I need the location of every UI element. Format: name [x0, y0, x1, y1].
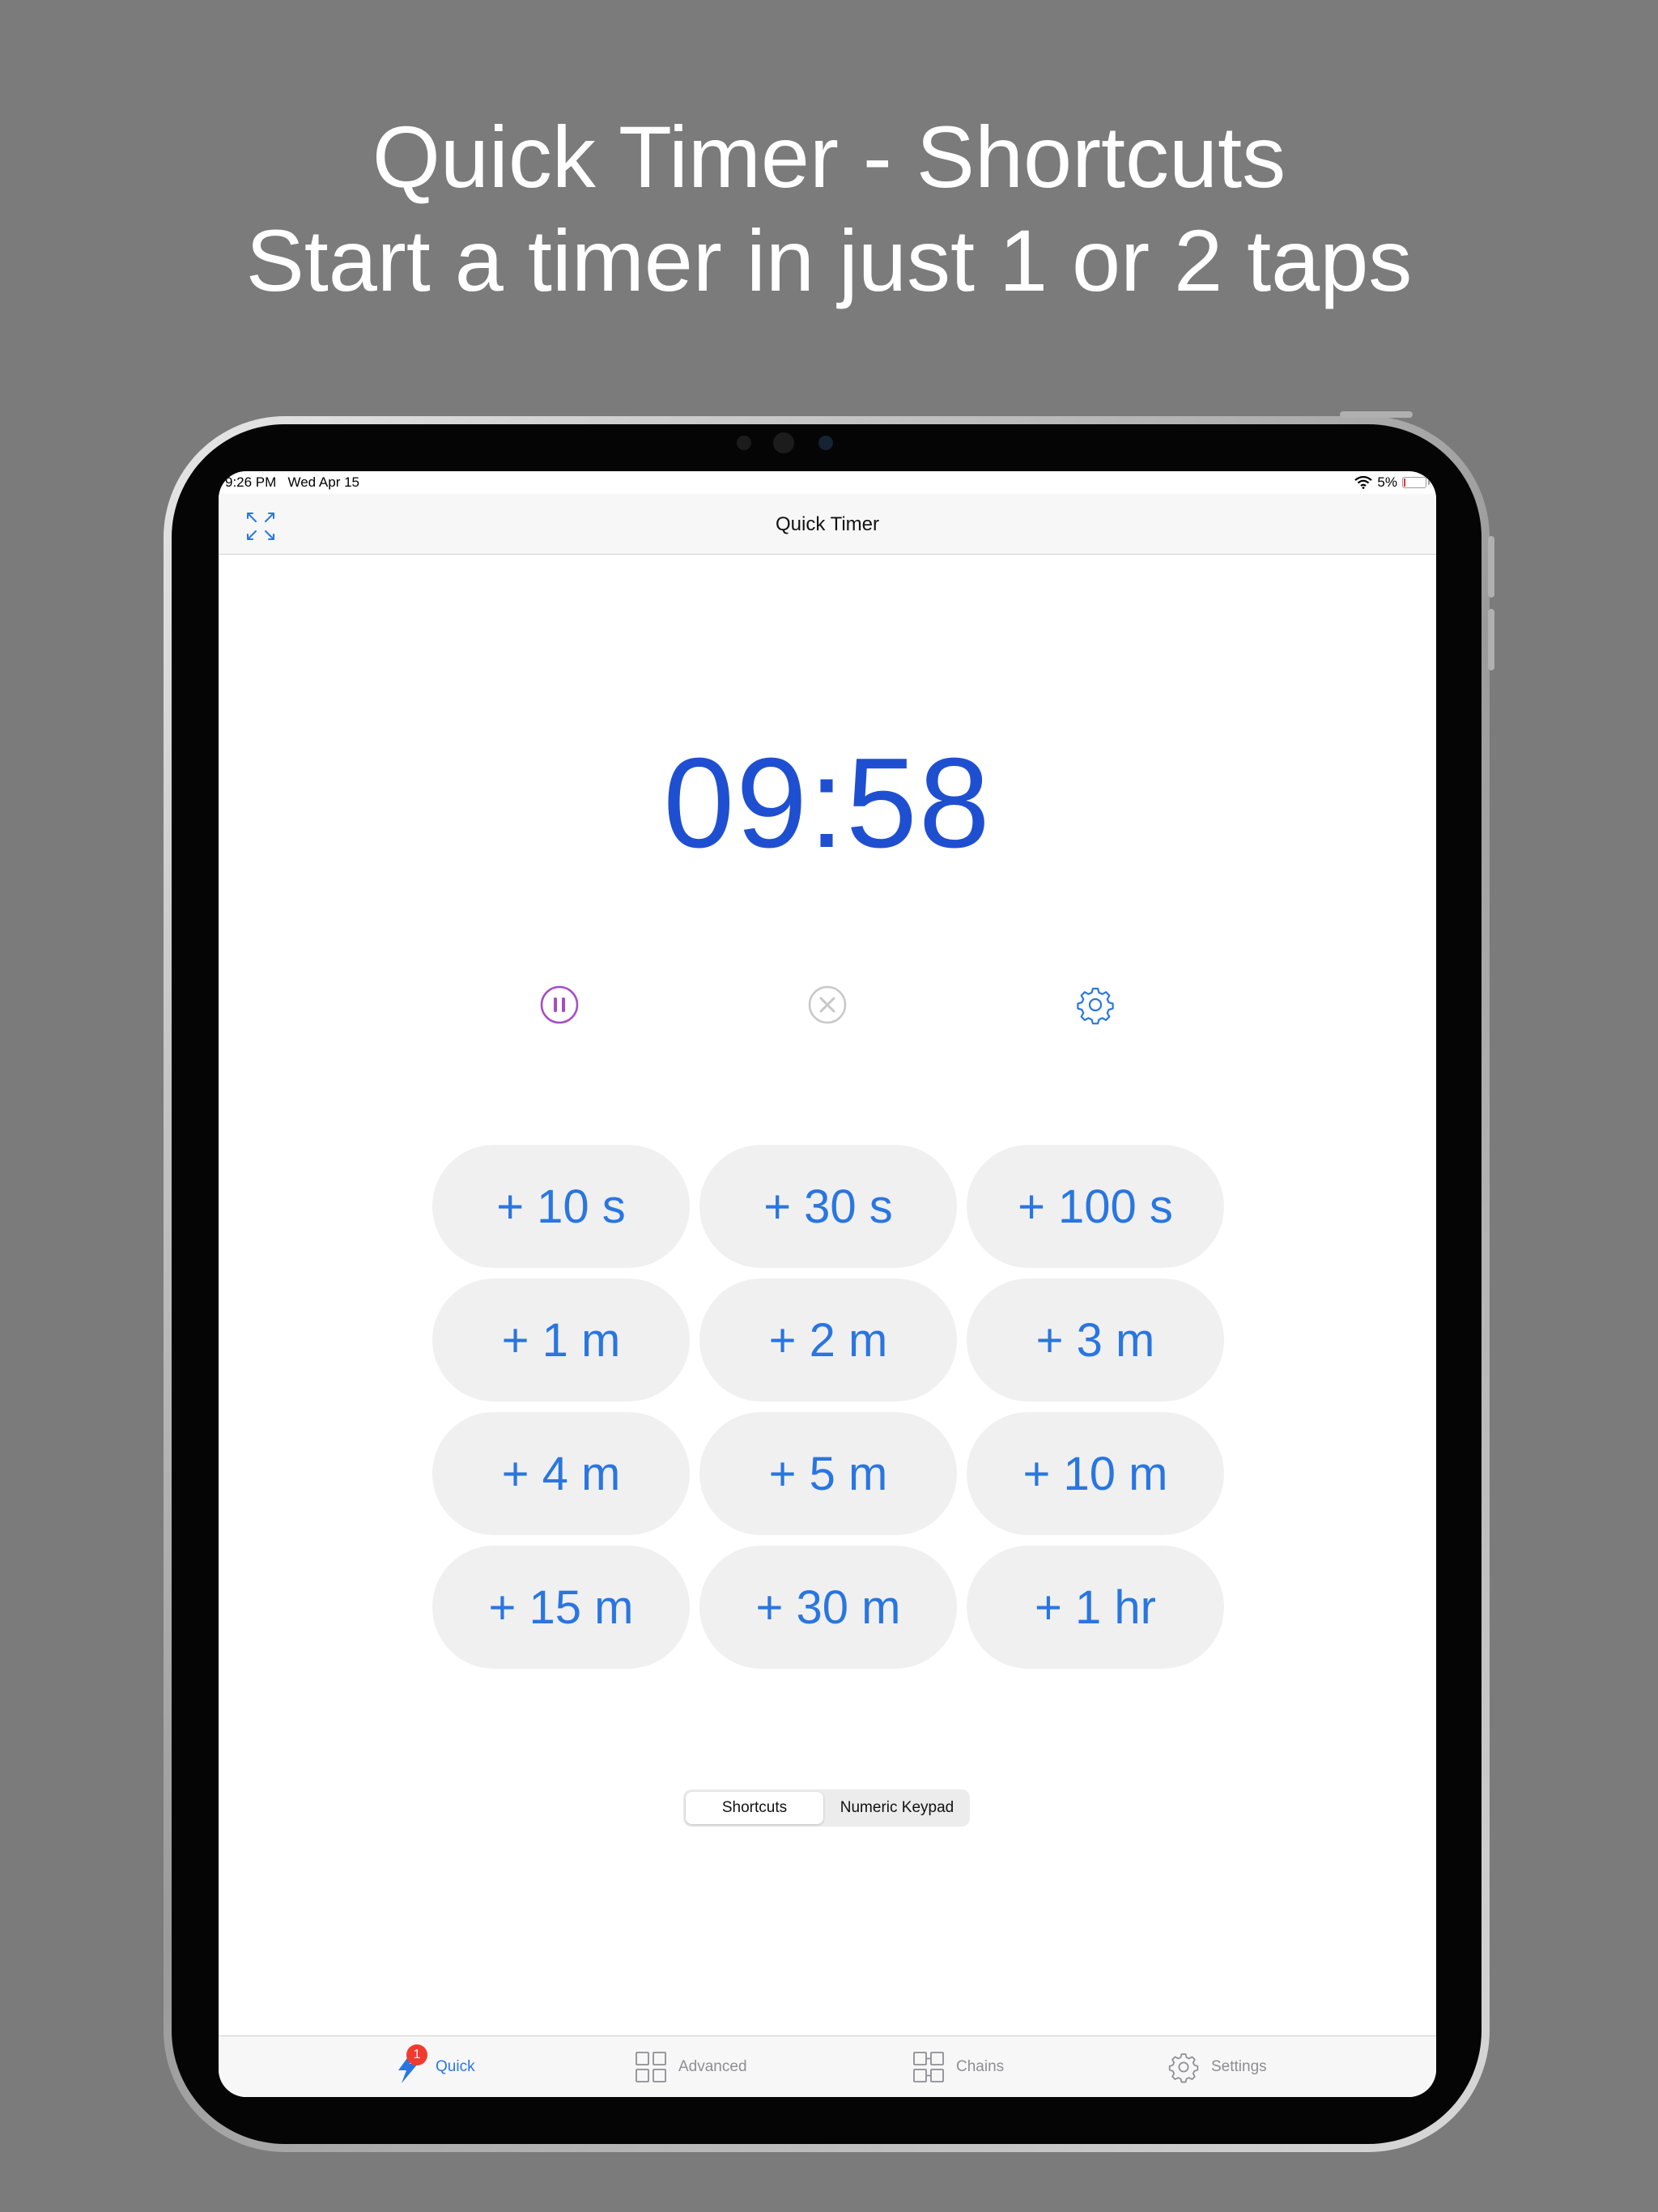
headline-line-1: Quick Timer - Shortcuts	[372, 108, 1286, 206]
navigation-bar: Quick Timer	[219, 494, 1436, 555]
shortcut-button-5m[interactable]: + 5 m	[699, 1412, 957, 1535]
chain-icon	[912, 2049, 945, 2085]
camera-sensor	[818, 436, 833, 450]
app-screen: 9:26 PM Wed Apr 15 5% Quick Timer 09:58	[219, 471, 1436, 2097]
tab-quick-badge: 1	[406, 2044, 427, 2065]
tab-chains-label: Chains	[956, 2058, 1005, 2075]
timer-display: 09:58	[663, 732, 992, 874]
shortcut-button-10m[interactable]: + 10 m	[967, 1412, 1224, 1535]
device-top-button	[1340, 411, 1413, 418]
tab-bar: 1 Quick Advanced Chains Settings	[219, 2035, 1436, 2097]
status-date: Wed Apr 15	[287, 474, 360, 490]
device-volume-up	[1488, 536, 1494, 598]
shortcut-button-10s[interactable]: + 10 s	[432, 1145, 690, 1268]
segment-shortcuts[interactable]: Shortcuts	[686, 1792, 823, 1824]
segment-numeric-keypad[interactable]: Numeric Keypad	[827, 1792, 967, 1824]
headline-line-2: Start a timer in just 1 or 2 taps	[245, 211, 1413, 309]
camera-sensor	[737, 436, 751, 450]
tab-advanced-label: Advanced	[678, 2058, 747, 2075]
battery-percent: 5%	[1377, 474, 1397, 490]
status-time: 9:26 PM	[225, 474, 277, 490]
wifi-icon	[1354, 476, 1373, 489]
shortcut-button-4m[interactable]: + 4 m	[432, 1412, 690, 1535]
tab-settings-label: Settings	[1211, 2058, 1267, 2075]
tab-settings[interactable]: Settings	[1167, 2036, 1267, 2097]
tab-quick-label: Quick	[436, 2058, 475, 2075]
grid-icon	[635, 2049, 667, 2085]
tab-quick[interactable]: 1 Quick	[392, 2036, 475, 2097]
shortcut-button-15m[interactable]: + 15 m	[432, 1546, 690, 1669]
camera-lens	[773, 432, 794, 453]
status-right: 5%	[1354, 474, 1430, 491]
mode-segmented-control: Shortcuts Numeric Keypad	[683, 1789, 970, 1827]
gear-icon	[1167, 2049, 1200, 2085]
tab-advanced[interactable]: Advanced	[635, 2036, 747, 2097]
status-time-date: 9:26 PM Wed Apr 15	[225, 474, 359, 491]
shortcut-button-3m[interactable]: + 3 m	[967, 1278, 1224, 1402]
gear-icon[interactable]	[1075, 985, 1116, 1025]
page-title: Quick Timer	[775, 513, 879, 535]
shortcut-button-1m[interactable]: + 1 m	[432, 1278, 690, 1402]
shortcut-button-30m[interactable]: + 30 m	[699, 1546, 957, 1669]
status-bar: 9:26 PM Wed Apr 15 5%	[219, 471, 1436, 494]
tab-chains[interactable]: Chains	[912, 2036, 1004, 2097]
shortcut-button-1hr[interactable]: + 1 hr	[967, 1546, 1224, 1669]
pause-icon[interactable]	[539, 985, 580, 1025]
battery-icon	[1402, 477, 1430, 488]
device-volume-down	[1488, 609, 1494, 670]
shortcut-button-100s[interactable]: + 100 s	[967, 1145, 1224, 1268]
marketing-headline: Quick Timer - Shortcuts Start a timer in…	[0, 105, 1658, 313]
cancel-icon[interactable]	[807, 985, 848, 1025]
shortcut-button-30s[interactable]: + 30 s	[699, 1145, 957, 1268]
shortcut-button-2m[interactable]: + 2 m	[699, 1278, 957, 1402]
lightning-icon: 1	[392, 2044, 427, 2085]
